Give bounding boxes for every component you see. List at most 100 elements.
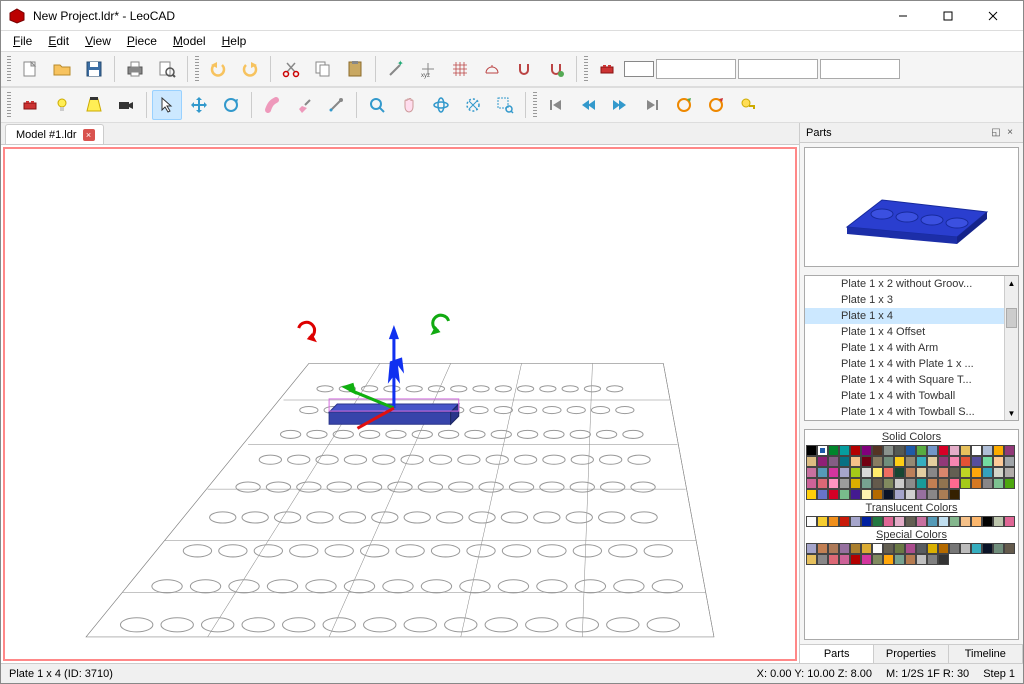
color-swatch[interactable]: [817, 456, 828, 467]
color-swatch[interactable]: [850, 445, 861, 456]
color-swatch[interactable]: [916, 456, 927, 467]
color-swatch[interactable]: [982, 478, 993, 489]
snap-toggle-icon[interactable]: [541, 54, 571, 84]
close-icon[interactable]: ×: [1003, 126, 1017, 140]
color-swatch[interactable]: [872, 554, 883, 565]
color-swatch[interactable]: [905, 554, 916, 565]
color-swatch[interactable]: [938, 478, 949, 489]
tab-parts[interactable]: Parts: [800, 645, 874, 663]
transform-xyz-icon[interactable]: xyz: [413, 54, 443, 84]
color-swatch[interactable]: [894, 554, 905, 565]
eyedropper-icon[interactable]: [321, 90, 351, 120]
color-swatch[interactable]: [817, 543, 828, 554]
part-item[interactable]: Plate 1 x 4 with Plate 1 x ...: [805, 356, 1004, 372]
color-swatch[interactable]: [971, 445, 982, 456]
color-swatch[interactable]: [883, 516, 894, 527]
color-swatch[interactable]: [872, 478, 883, 489]
color-swatch[interactable]: [949, 467, 960, 478]
color-swatch[interactable]: [861, 456, 872, 467]
color-swatch[interactable]: [883, 478, 894, 489]
color-swatch[interactable]: [905, 467, 916, 478]
color-swatch[interactable]: [982, 456, 993, 467]
color-swatch[interactable]: [982, 467, 993, 478]
color-swatch[interactable]: [850, 543, 861, 554]
cut-icon[interactable]: [276, 54, 306, 84]
color-swatch[interactable]: [927, 478, 938, 489]
color-swatch[interactable]: [927, 445, 938, 456]
document-tab[interactable]: Model #1.ldr ×: [5, 124, 104, 144]
color-swatch[interactable]: [982, 445, 993, 456]
color-swatch[interactable]: [916, 489, 927, 500]
prev-step-icon[interactable]: [573, 90, 603, 120]
color-swatch[interactable]: [938, 445, 949, 456]
last-step-icon[interactable]: [637, 90, 667, 120]
color-swatch[interactable]: [960, 445, 971, 456]
tab-timeline[interactable]: Timeline: [949, 645, 1023, 663]
part-item[interactable]: Plate 1 x 4: [805, 308, 1004, 324]
paint-tool-icon[interactable]: [289, 90, 319, 120]
color-swatch[interactable]: [817, 554, 828, 565]
roll-tool-icon[interactable]: [458, 90, 488, 120]
rotate-tool-icon[interactable]: [216, 90, 246, 120]
toolbar-grip[interactable]: [584, 56, 588, 82]
color-swatch[interactable]: [916, 543, 927, 554]
light-icon[interactable]: [47, 90, 77, 120]
next-step-icon[interactable]: [605, 90, 635, 120]
current-color-swatch[interactable]: [624, 61, 654, 77]
color-swatch[interactable]: [1004, 516, 1015, 527]
color-swatch[interactable]: [982, 516, 993, 527]
color-swatch[interactable]: [806, 467, 817, 478]
color-swatch[interactable]: [883, 554, 894, 565]
zoom-tool-icon[interactable]: [362, 90, 392, 120]
save-icon[interactable]: [79, 54, 109, 84]
spotlight-icon[interactable]: [79, 90, 109, 120]
color-swatch[interactable]: [949, 543, 960, 554]
color-swatch[interactable]: [850, 554, 861, 565]
color-swatch[interactable]: [971, 516, 982, 527]
color-swatch[interactable]: [938, 489, 949, 500]
color-swatch[interactable]: [927, 489, 938, 500]
color-swatch[interactable]: [993, 516, 1004, 527]
color-swatch[interactable]: [1004, 478, 1015, 489]
snap-angle-input[interactable]: [820, 59, 900, 79]
color-swatch[interactable]: [949, 478, 960, 489]
insert-piece-icon[interactable]: [15, 90, 45, 120]
color-swatch[interactable]: [894, 516, 905, 527]
color-swatch[interactable]: [828, 554, 839, 565]
menu-model[interactable]: Model: [165, 32, 214, 50]
part-item[interactable]: Plate 1 x 4 with Towball: [805, 388, 1004, 404]
color-swatch[interactable]: [916, 478, 927, 489]
color-swatch[interactable]: [872, 467, 883, 478]
toolbar-grip[interactable]: [7, 92, 11, 118]
color-swatch[interactable]: [861, 543, 872, 554]
color-swatch[interactable]: [861, 478, 872, 489]
move-tool-icon[interactable]: [184, 90, 214, 120]
print-preview-icon[interactable]: [152, 54, 182, 84]
color-swatch[interactable]: [894, 445, 905, 456]
grid-icon[interactable]: [445, 54, 475, 84]
snap-icon[interactable]: [509, 54, 539, 84]
color-swatch[interactable]: [883, 489, 894, 500]
add-step-icon[interactable]: [669, 90, 699, 120]
new-file-icon[interactable]: [15, 54, 45, 84]
color-swatch[interactable]: [993, 543, 1004, 554]
color-swatch[interactable]: [1004, 445, 1015, 456]
close-icon[interactable]: ×: [83, 129, 95, 141]
snap-angle-icon[interactable]: [477, 54, 507, 84]
color-swatch[interactable]: [905, 478, 916, 489]
color-swatch[interactable]: [828, 478, 839, 489]
color-swatch[interactable]: [850, 489, 861, 500]
color-swatch[interactable]: [817, 516, 828, 527]
viewport-3d[interactable]: [3, 147, 797, 661]
color-swatch[interactable]: [1004, 467, 1015, 478]
scrollbar[interactable]: ▲ ▼: [1004, 276, 1018, 420]
menu-help[interactable]: Help: [214, 32, 255, 50]
color-swatch[interactable]: [850, 456, 861, 467]
delete-tool-icon[interactable]: [257, 90, 287, 120]
color-swatch[interactable]: [905, 456, 916, 467]
color-swatch[interactable]: [916, 516, 927, 527]
color-swatch[interactable]: [971, 478, 982, 489]
color-swatch[interactable]: [894, 543, 905, 554]
color-swatch[interactable]: [861, 445, 872, 456]
color-swatch[interactable]: [861, 489, 872, 500]
